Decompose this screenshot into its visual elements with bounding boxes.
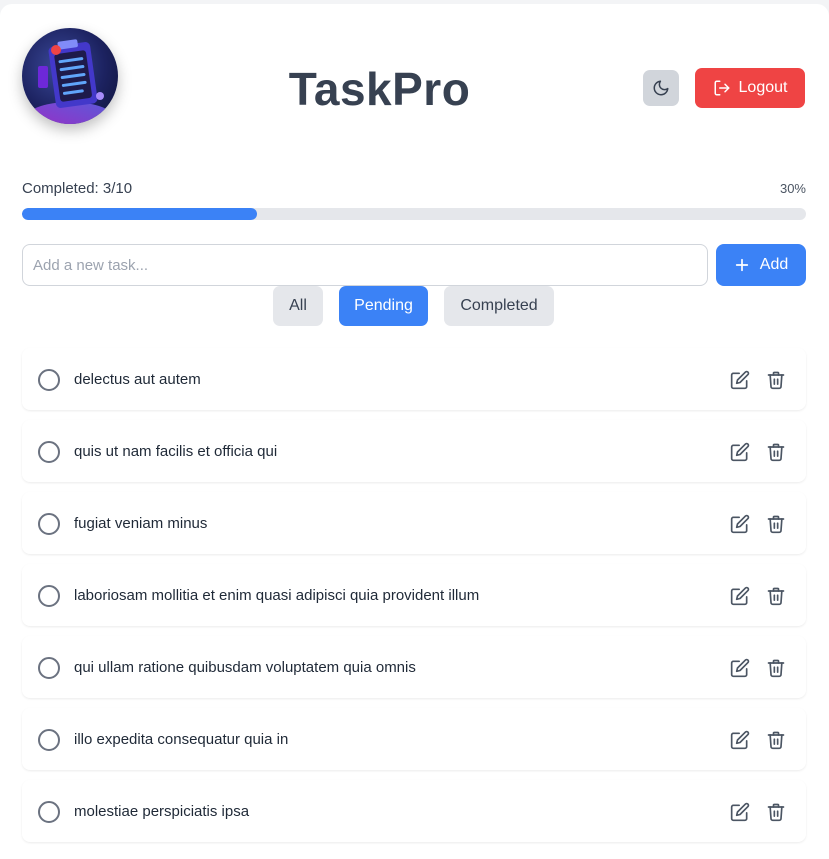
filter-all-button[interactable]: All	[273, 286, 323, 326]
logout-icon	[714, 80, 730, 96]
task-complete-checkbox[interactable]	[38, 369, 60, 391]
app-card: TaskPro Logout Completed: 3/10 30% Add A…	[0, 4, 829, 859]
filter-completed-button[interactable]: Completed	[444, 286, 554, 326]
edit-icon[interactable]	[730, 514, 750, 534]
progress-percent: 30%	[779, 181, 806, 196]
logout-button[interactable]: Logout	[695, 68, 805, 108]
task-item: delectus aut autem	[22, 348, 806, 410]
logout-label: Logout	[738, 79, 788, 96]
edit-icon[interactable]	[730, 442, 750, 462]
task-item: laboriosam mollitia et enim quasi adipis…	[22, 564, 806, 626]
trash-icon[interactable]	[766, 730, 786, 750]
task-complete-checkbox[interactable]	[38, 801, 60, 823]
task-list: delectus aut autem quis ut nam facilis et…	[22, 348, 806, 852]
trash-icon[interactable]	[766, 370, 786, 390]
progress-label: Completed: 3/10	[22, 180, 133, 197]
task-item: illo expedita consequatur quia in	[22, 708, 806, 770]
edit-icon[interactable]	[730, 730, 750, 750]
task-item: qui ullam ratione quibusdam voluptatem q…	[22, 636, 806, 698]
trash-icon[interactable]	[766, 514, 786, 534]
app-title-text: TaskPro	[288, 63, 471, 115]
progress-bar	[22, 208, 806, 220]
progress-bar-fill	[22, 208, 258, 220]
task-complete-checkbox[interactable]	[38, 513, 60, 535]
edit-icon[interactable]	[730, 370, 750, 390]
moon-icon	[653, 80, 669, 96]
task-complete-checkbox[interactable]	[38, 657, 60, 679]
plus-icon	[735, 258, 748, 272]
task-text: illo expedita consequatur quia in	[74, 731, 289, 748]
edit-icon[interactable]	[730, 802, 750, 822]
task-complete-checkbox[interactable]	[38, 729, 60, 751]
trash-icon[interactable]	[766, 586, 786, 606]
task-complete-checkbox[interactable]	[38, 441, 60, 463]
task-text: fugiat veniam minus	[74, 515, 208, 532]
trash-icon[interactable]	[766, 658, 786, 678]
task-text: qui ullam ratione quibusdam voluptatem q…	[74, 659, 416, 676]
add-task-label: Add	[759, 256, 789, 273]
task-text: quis ut nam facilis et officia qui	[74, 443, 278, 460]
task-complete-checkbox[interactable]	[38, 585, 60, 607]
trash-icon[interactable]	[766, 442, 786, 462]
task-text: laboriosam mollitia et enim quasi adipis…	[74, 587, 480, 604]
task-item: quis ut nam facilis et officia qui	[22, 420, 806, 482]
add-task-button[interactable]: Add	[716, 244, 806, 286]
new-task-input[interactable]	[22, 244, 708, 286]
task-text: molestiae perspiciatis ipsa	[74, 803, 250, 820]
edit-icon[interactable]	[730, 586, 750, 606]
filter-pending-button[interactable]: Pending	[339, 286, 428, 326]
task-text: delectus aut autem	[74, 371, 201, 388]
task-item: molestiae perspiciatis ipsa	[22, 780, 806, 842]
task-item: fugiat veniam minus	[22, 492, 806, 554]
theme-toggle-button[interactable]	[643, 70, 679, 106]
filter-tabs: All Pending Completed	[0, 286, 829, 326]
edit-icon[interactable]	[730, 658, 750, 678]
trash-icon[interactable]	[766, 802, 786, 822]
